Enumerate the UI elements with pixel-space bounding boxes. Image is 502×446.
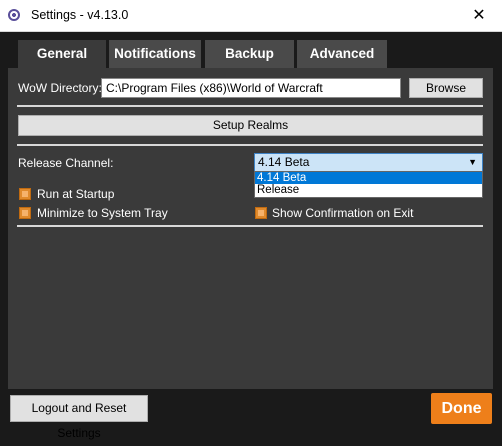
divider bbox=[17, 225, 483, 227]
title-bar: Settings - v4.13.0 ✕ bbox=[0, 0, 502, 32]
tab-notifications[interactable]: Notifications bbox=[109, 40, 201, 68]
release-channel-label: Release Channel: bbox=[18, 156, 114, 170]
minimize-to-tray-checkbox[interactable] bbox=[19, 207, 31, 219]
wow-directory-input[interactable]: C:\Program Files (x86)\World of Warcraft bbox=[101, 78, 401, 98]
wow-directory-label: WoW Directory: bbox=[18, 81, 102, 95]
setup-realms-button[interactable]: Setup Realms bbox=[18, 115, 483, 136]
done-button[interactable]: Done bbox=[431, 393, 492, 424]
release-channel-select[interactable]: 4.14 Beta ▼ bbox=[254, 153, 483, 172]
release-channel-value: 4.14 Beta bbox=[258, 155, 310, 169]
window-title: Settings - v4.13.0 bbox=[31, 8, 129, 22]
divider bbox=[17, 105, 483, 107]
app-logo-icon bbox=[8, 9, 20, 21]
release-channel-dropdown: 4.14 Beta Release bbox=[254, 171, 483, 198]
run-at-startup-checkbox[interactable] bbox=[19, 188, 31, 200]
show-confirmation-checkbox[interactable] bbox=[255, 207, 267, 219]
tab-general[interactable]: General bbox=[18, 40, 106, 68]
show-confirmation-label: Show Confirmation on Exit bbox=[272, 206, 414, 220]
dropdown-option-release[interactable]: Release bbox=[255, 184, 482, 196]
browse-button[interactable]: Browse bbox=[409, 78, 483, 98]
tab-advanced[interactable]: Advanced bbox=[297, 40, 387, 68]
close-icon[interactable]: ✕ bbox=[456, 0, 502, 31]
divider bbox=[17, 144, 483, 146]
chevron-down-icon[interactable]: ▼ bbox=[468, 154, 477, 171]
run-at-startup-label: Run at Startup bbox=[37, 187, 115, 201]
minimize-to-tray-label: Minimize to System Tray bbox=[37, 206, 168, 220]
dropdown-option-beta[interactable]: 4.14 Beta bbox=[255, 172, 482, 184]
tab-backup[interactable]: Backup bbox=[205, 40, 294, 68]
logout-reset-button[interactable]: Logout and Reset Settings bbox=[10, 395, 148, 440]
